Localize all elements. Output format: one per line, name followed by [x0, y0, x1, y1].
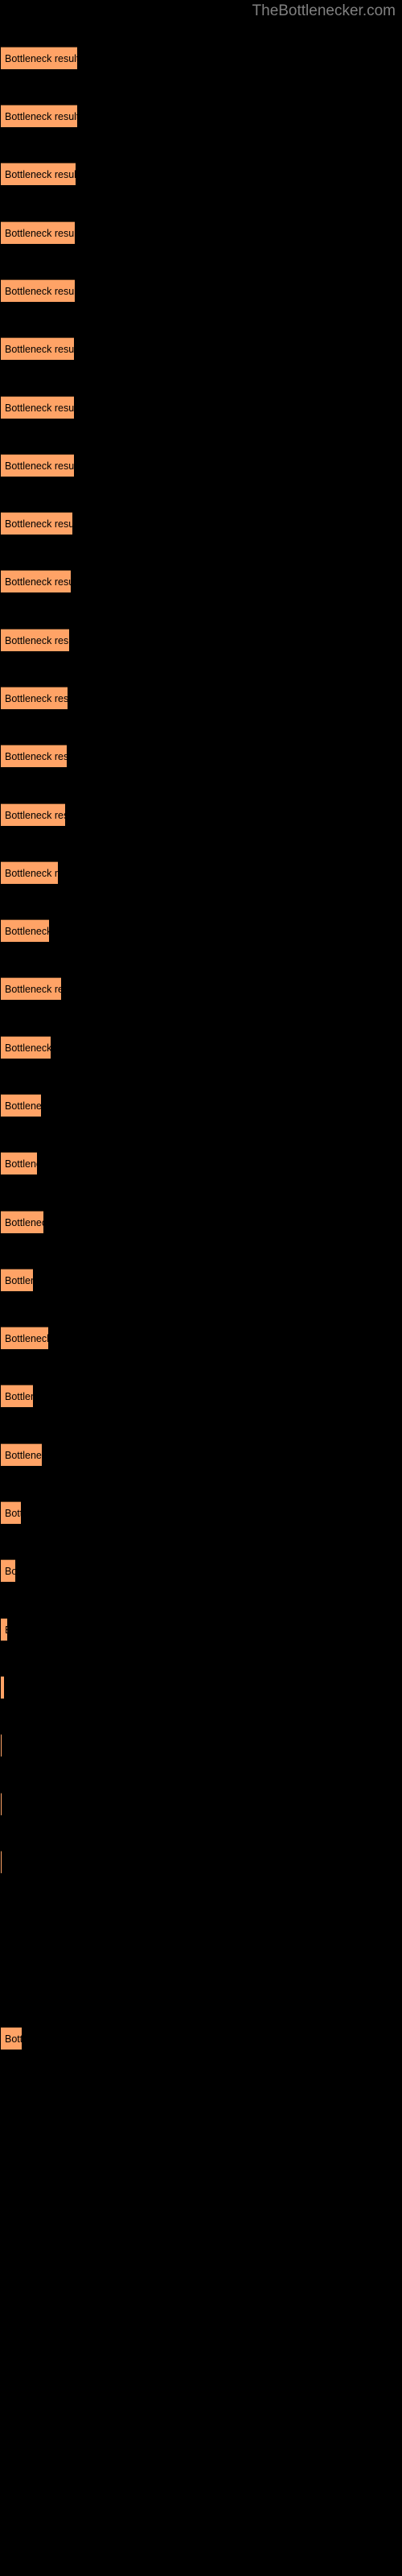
bar[interactable]: Bottleneck result	[1, 454, 74, 477]
bar-label: Bottleneck result	[5, 635, 69, 646]
bar[interactable]: Bottleneck result	[1, 2027, 22, 2050]
bottleneck-bar-chart: Bottleneck result Bottleneck result Bottle…	[0, 0, 402, 2576]
bar-label: Bottleneck result	[5, 460, 74, 472]
bar-label: Bottleneck result	[5, 2033, 22, 2045]
bar-label: Bottleneck result	[5, 576, 71, 588]
bar[interactable]: Bottleneck result	[1, 1152, 37, 1174]
bar-label: Bottleneck result	[5, 810, 65, 821]
bar[interactable]: Bottleneck result	[1, 861, 58, 884]
bar-label: Bottleneck result	[5, 1619, 7, 1641]
bar-label: Bottleneck result	[5, 693, 68, 704]
bar[interactable]: Bottleneck result	[1, 745, 67, 767]
bar[interactable]: Bottleneck result	[1, 1559, 15, 1582]
bar[interactable]: Bottleneck result	[1, 1501, 21, 1524]
bar[interactable]: Bottleneck result	[1, 1851, 2, 1873]
bar-label: Bottleneck result	[5, 1450, 42, 1461]
bar[interactable]: Bottleneck result	[1, 1793, 2, 1815]
bar-label: Bottleneck result	[5, 518, 72, 530]
bar-label: Bottleneck result	[5, 1333, 48, 1344]
bar[interactable]: Bottleneck result	[1, 687, 68, 709]
bar[interactable]: Bottleneck result	[1, 1385, 33, 1407]
bar[interactable]: Bottleneck result	[1, 47, 77, 69]
bar[interactable]: Bottleneck result	[1, 512, 72, 535]
bar[interactable]: Bottleneck result	[1, 977, 61, 1000]
bar-label: Bottleneck result	[5, 169, 76, 180]
bar[interactable]: Bottleneck result	[1, 396, 74, 419]
bar[interactable]: Bottleneck result	[1, 1618, 7, 1641]
page-root: TheBottlenecker.com Bottleneck result Bot…	[0, 0, 402, 2576]
bar-label: Bottleneck result	[5, 1391, 33, 1402]
bar-label: Bottleneck result	[5, 344, 74, 355]
bar[interactable]: Bottleneck result	[1, 1094, 41, 1117]
bar[interactable]: Bottleneck result	[1, 629, 69, 651]
bar[interactable]: Bottleneck result	[1, 803, 65, 826]
bar[interactable]: Bottleneck result	[1, 1327, 48, 1349]
bar-label: Bottleneck result	[5, 228, 75, 239]
bar[interactable]: Bottleneck result	[1, 1676, 4, 1699]
bar-label: Bottleneck result	[5, 402, 74, 414]
bar-label: Bottleneck result	[5, 926, 49, 937]
bar-label: Bottleneck result	[5, 751, 67, 762]
bar-label: Bottleneck result	[5, 984, 61, 995]
bar-label: Bottleneck result	[5, 1508, 21, 1519]
bar-label: Bottleneck result	[5, 286, 75, 297]
bar-label: Bottleneck result	[5, 1100, 41, 1112]
bar-label: Bottleneck result	[5, 1042, 51, 1054]
bar[interactable]: Bottleneck result	[1, 1443, 42, 1466]
bar-label: Bottleneck result	[5, 1158, 37, 1170]
bar[interactable]: Bottleneck result	[1, 1036, 51, 1059]
bar[interactable]: Bottleneck result	[1, 1734, 2, 1757]
bar[interactable]: Bottleneck result	[1, 337, 74, 360]
bar[interactable]: Bottleneck result	[1, 221, 75, 244]
bar[interactable]: Bottleneck result	[1, 570, 71, 592]
bar-label: Bottleneck result	[5, 111, 77, 122]
bar[interactable]: Bottleneck result	[1, 1211, 43, 1233]
bar[interactable]: Bottleneck result	[1, 105, 77, 127]
bar-label: Bottleneck result	[5, 1217, 43, 1228]
bar[interactable]: Bottleneck result	[1, 1269, 33, 1291]
bar[interactable]: Bottleneck result	[1, 279, 75, 302]
bar-label: Bottleneck result	[5, 1566, 15, 1577]
bar-label: Bottleneck result	[5, 868, 58, 879]
bar[interactable]: Bottleneck result	[1, 163, 76, 185]
bar-label: Bottleneck result	[5, 53, 77, 64]
bar[interactable]: Bottleneck result	[1, 919, 49, 942]
bar-label: Bottleneck result	[5, 1275, 33, 1286]
